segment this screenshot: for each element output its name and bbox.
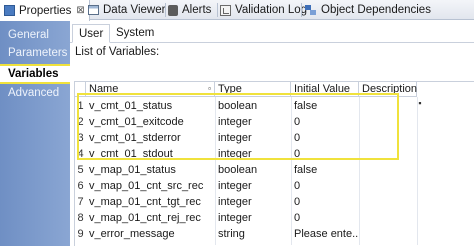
properties-icon — [4, 5, 15, 16]
cell-desc[interactable] — [359, 226, 417, 242]
tab-divider — [217, 3, 218, 17]
alerts-icon — [168, 4, 178, 16]
sidebar-item-advanced[interactable]: Advanced — [0, 83, 70, 103]
column-header-description[interactable]: Description — [359, 82, 417, 97]
view-tab-bar: Properties ⊠ Data Viewer Alerts Validati… — [0, 0, 474, 21]
cell-init[interactable]: false — [291, 162, 359, 178]
cell-name[interactable]: v_cmt_01_stdout — [86, 146, 215, 162]
cell-name[interactable]: v_cmt_01_stderror — [86, 130, 215, 146]
column-header-name[interactable]: Name ▫ — [86, 82, 215, 97]
cell-type[interactable]: integer — [215, 178, 291, 194]
row-number: 7 — [77, 196, 84, 208]
cell-type[interactable]: boolean — [215, 162, 291, 178]
cell-type[interactable]: integer — [215, 194, 291, 210]
row-number: 5 — [77, 164, 84, 176]
tab-label: Object Dependencies — [321, 4, 431, 16]
cell-init[interactable]: 0 — [291, 130, 359, 146]
cell-type[interactable]: string — [215, 226, 291, 242]
table-row[interactable]: 8 v_map_01_cnt_rej_rec integer 0 — [75, 210, 474, 226]
cell-name[interactable]: v_cmt_01_status — [86, 98, 215, 114]
table-row[interactable]: 2 v_cmt_01_exitcode integer 0 — [75, 114, 474, 130]
cell-desc[interactable] — [359, 194, 417, 210]
tab-alerts[interactable]: Alerts — [168, 0, 211, 20]
cell-desc[interactable] — [359, 162, 417, 178]
table-row[interactable]: 7 v_map_01_cnt_tgt_rec integer 0 — [75, 194, 474, 210]
cell-type[interactable]: integer — [215, 114, 291, 130]
row-number: 9 — [77, 228, 84, 240]
row-number: 6 — [77, 180, 84, 192]
tab-object-dependencies[interactable]: Object Dependencies — [305, 0, 431, 20]
row-number: 1 — [77, 100, 84, 112]
cell-type[interactable]: integer — [215, 130, 291, 146]
variables-table: Name ▫ Type Initial Value Description 1v… — [74, 81, 474, 246]
tab-validation-log[interactable]: Validation Log — [220, 0, 307, 20]
sort-icon[interactable]: ▫ — [208, 82, 211, 96]
list-of-variables-label: List of Variables: — [75, 46, 160, 58]
table-row[interactable]: 4 v_cmt_01_stdout integer 0 — [75, 146, 474, 162]
cell-init[interactable]: 0 — [291, 194, 359, 210]
tab-label: Validation Log — [235, 4, 308, 16]
close-icon[interactable]: ⊠ — [76, 5, 84, 16]
cell-init[interactable]: 0 — [291, 178, 359, 194]
cell-type[interactable]: boolean — [215, 98, 291, 114]
table-row[interactable]: 5 v_map_01_status boolean false — [75, 162, 474, 178]
sidebar-item-parameters[interactable]: Parameters — [0, 43, 70, 63]
row-number: 3 — [77, 132, 84, 144]
cell-init[interactable]: false — [291, 98, 359, 114]
cell-desc[interactable] — [359, 210, 417, 226]
cell-desc[interactable] — [359, 146, 417, 162]
cell-desc[interactable] — [359, 98, 417, 114]
cell-init[interactable]: 0 — [291, 146, 359, 162]
column-header-initial-value[interactable]: Initial Value — [291, 82, 359, 97]
cell-name[interactable]: v_map_01_cnt_tgt_rec — [86, 194, 215, 210]
table-row[interactable]: 3 v_cmt_01_stderror integer 0 — [75, 130, 474, 146]
table-row[interactable]: 9 v_error_message string Please ente... — [75, 226, 474, 242]
properties-sidebar: General Parameters Variables Advanced — [0, 21, 70, 246]
row-number: 2 — [77, 116, 84, 128]
variables-panel: User System List of Variables: Name ▫ Ty… — [70, 21, 474, 246]
tab-divider — [165, 3, 166, 17]
variable-scope-tabs: User System — [70, 21, 474, 43]
cell-name[interactable]: v_cmt_01_exitcode — [86, 114, 215, 130]
cell-name[interactable]: v_map_01_status — [86, 162, 215, 178]
tab-user[interactable]: User — [72, 24, 111, 43]
cell-init[interactable]: 0 — [291, 114, 359, 130]
sidebar-item-general[interactable]: General — [0, 25, 70, 45]
tab-label: Data Viewer — [103, 4, 166, 16]
row-number: 8 — [77, 212, 84, 224]
cell-type[interactable]: integer — [215, 146, 291, 162]
cell-type[interactable]: integer — [215, 210, 291, 226]
tab-label: Properties — [19, 4, 72, 17]
cell-init[interactable]: Please ente... — [291, 226, 359, 242]
cell-name[interactable]: v_map_01_cnt_rej_rec — [86, 210, 215, 226]
table-row[interactable]: 6 v_map_01_cnt_src_rec integer 0 — [75, 178, 474, 194]
validation-log-icon — [220, 4, 231, 16]
tab-data-viewer[interactable]: Data Viewer — [88, 0, 165, 20]
cell-name[interactable]: v_map_01_cnt_src_rec — [86, 178, 215, 194]
cell-desc[interactable] — [359, 178, 417, 194]
tab-system[interactable]: System — [110, 24, 160, 43]
tab-label: Alerts — [182, 4, 212, 16]
cell-name[interactable]: v_error_message — [86, 226, 215, 242]
description-edit-icon[interactable]: ▪ — [414, 98, 426, 110]
tab-divider — [301, 3, 302, 17]
cell-desc[interactable] — [359, 130, 417, 146]
column-header-type[interactable]: Type — [215, 82, 291, 97]
tab-properties[interactable]: Properties ⊠ — [0, 0, 90, 21]
row-number-header — [75, 82, 86, 97]
row-number: 4 — [77, 148, 84, 160]
object-dependencies-icon — [305, 4, 317, 16]
cell-desc[interactable] — [359, 114, 417, 130]
cell-init[interactable]: 0 — [291, 210, 359, 226]
sidebar-item-variables[interactable]: Variables — [0, 64, 70, 84]
data-viewer-icon — [88, 5, 99, 15]
